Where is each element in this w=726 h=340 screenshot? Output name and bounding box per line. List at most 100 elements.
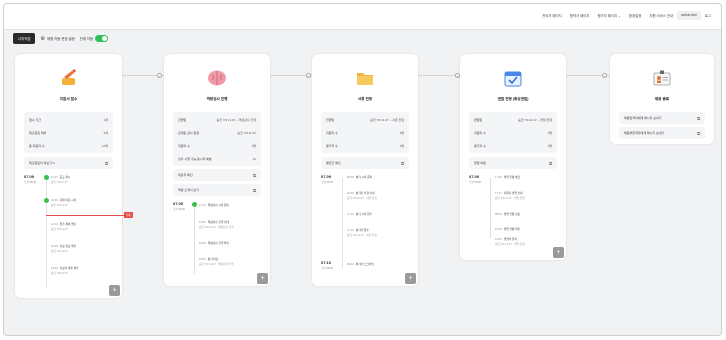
- stage-title: 지원서 접수: [59, 97, 78, 101]
- info-row: 지원자 수 3명: [326, 130, 404, 135]
- writing-hand-icon: [57, 66, 81, 90]
- applicant-view-box[interactable]: 제출완료자 미보기 0 ⧉: [24, 157, 113, 169]
- timeline-event: 13:00 역량검사 진행 안내 승급 7/9 11:37 · 역량검사 진행: [199, 221, 234, 229]
- info-row: 전형일 승급 7/9 11:37 ~ 서류 전형: [326, 117, 404, 122]
- timeline-done-dot: [192, 202, 197, 207]
- stage-title: 역량검사 진행: [206, 97, 228, 101]
- add-step-button[interactable]: +: [257, 273, 268, 284]
- stage-info: 면접일 승급 7/9 11:37 ~ 면접 전형 지원자 수 3명 평가자 수 3명: [469, 112, 557, 153]
- info-row: 접수 기간 1개: [29, 117, 108, 122]
- timeline-done-dot: [44, 198, 49, 203]
- connector-node[interactable]: +: [602, 73, 607, 78]
- add-step-button[interactable]: +: [405, 273, 416, 284]
- topnav-item[interactable]: 평가자 페이지 ⌄: [593, 11, 624, 20]
- top-navigation: 관리자 페이지 협력사 페이지 평가자 페이지 ⌄ 환경설정 지원 서비스 안내 admi…: [4, 4, 721, 30]
- current-position-marker: [46, 215, 124, 216]
- aptitude-intro-box[interactable]: 역량 소개서 보기 ⧉: [173, 184, 261, 196]
- auto-settings-link[interactable]: ⚙ 채용 자동 운영 설정: [40, 36, 74, 42]
- topnav-item[interactable]: 협력사 페이지: [566, 11, 594, 20]
- brain-icon: [205, 66, 229, 90]
- topnav-item[interactable]: 관리자 페이지: [538, 11, 566, 20]
- stage-info: 접수 기간 1개 제출완료 대비 5개 총 지원자 수 12명: [24, 112, 113, 153]
- copy-icon[interactable]: ⧉: [105, 161, 108, 166]
- timeline-event: 12:10 접수 제외 명단 승인 7/9 11:37: [51, 223, 77, 231]
- copy-icon[interactable]: ⧉: [549, 161, 552, 166]
- info-row: 진행일 승급 7/9 11:37 ~ 역량검사 진행: [178, 117, 256, 122]
- app-window: 관리자 페이지 협력사 페이지 평가자 페이지 ⌄ 환경설정 지원 서비스 안내 admi…: [3, 3, 722, 336]
- info-row: 총 지원자 수 12명: [29, 143, 108, 148]
- info-row: 검사 시행 가능 응시자 배분 12: [178, 156, 256, 161]
- gear-icon: ⚙: [40, 35, 45, 42]
- timeline-event: 08:00 면접 현황 정보: [495, 213, 521, 216]
- timeline-date: 07.09 오전 09:00: [24, 174, 36, 184]
- auto-settings-label: 채용 자동 운영 설정: [46, 37, 75, 41]
- timeline-event: 17:10 평가의 접수 승급 7/9 11:37 · 서류 전형: [347, 229, 377, 237]
- timeline-line: [46, 178, 47, 288]
- stage-card-closing: 채용 종료 채용합격자에게 메시지 보내기 ⧉ 채용불합격자에게 메시지 보내기 ⧉: [610, 54, 714, 144]
- timeline-event: 16:00 자료의 재출 확인 승인 7/9 11:37: [51, 267, 79, 275]
- timeline-event: 12:10 역량검사 시작 준비: [199, 204, 230, 207]
- current-badge: 현재: [124, 212, 133, 218]
- connector-node[interactable]: +: [157, 73, 162, 78]
- stage-info: 전형일 승급 7/9 11:37 ~ 서류 전형 지원자 수 3명 평가자 수 3명: [321, 112, 409, 153]
- topnav-item[interactable]: 환경설정: [625, 11, 645, 20]
- stage-info: 진행일 승급 7/9 11:37 ~ 역량검사 진행 관계된 검사 일정 승급 7/…: [173, 112, 261, 166]
- stage-title: 채용 종료: [654, 97, 670, 101]
- timeline-event: 11:37 공고 게시 승인 7/9 11:37: [51, 176, 71, 184]
- timeline-event: 09:00 평가서 스크리닝: [347, 263, 374, 266]
- timeline-line: [194, 206, 195, 274]
- timeline-event: 10:00 면접 현황 확인: [495, 228, 521, 231]
- my-work-button[interactable]: 나의작업: [13, 33, 36, 44]
- auto-step-label: 단계 자동: [79, 37, 94, 41]
- timeline-date: 07.09 오전 09:00: [173, 201, 185, 211]
- timeline-event: 17:10 평가 시작 접수: [347, 213, 373, 216]
- info-row: 지원자 수 3명: [474, 130, 552, 135]
- add-step-button[interactable]: +: [553, 247, 564, 258]
- timeline-date: 07.09 오전 09:00: [469, 174, 481, 184]
- stage-card-document: 서류 전형 전형일 승급 7/9 11:37 ~ 서류 전형 지원자 수 3명 평가…: [312, 54, 418, 286]
- timeline-line: [342, 178, 343, 268]
- topnav-menu: 관리자 페이지 협력사 페이지 평가자 페이지 ⌄ 환경설정 지원 서비스 안내 admi…: [538, 11, 715, 20]
- auto-step-toggle-group: 단계 자동: [79, 35, 109, 42]
- copy-icon[interactable]: ⧉: [253, 188, 256, 193]
- copy-icon[interactable]: ⧉: [697, 131, 700, 136]
- topnav-item[interactable]: admin-kim: [677, 11, 701, 20]
- timeline-event: 15:00 역량검사 진행 확인: [199, 242, 230, 245]
- copy-icon[interactable]: ⧉: [401, 161, 404, 166]
- copy-icon[interactable]: ⧉: [253, 173, 256, 178]
- folder-icon: [353, 66, 377, 90]
- topnav-item[interactable]: 로그: [701, 11, 715, 20]
- timeline-event: 17:17 지원자 면접 안내 승급 7/9 11:37 · 면접 전형: [495, 192, 525, 200]
- stage-card-interview: 면접 전형 (화상면접) 면접일 승급 7/9 11:37 ~ 면접 전형 지원자…: [460, 54, 566, 260]
- info-row: 지원자 수 3명: [178, 143, 256, 148]
- copy-icon[interactable]: ⧉: [697, 116, 700, 121]
- add-step-button[interactable]: +: [109, 285, 120, 296]
- fail-message-box[interactable]: 채용불합격자에게 메시지 보내기 ⧉: [619, 127, 705, 139]
- timeline-date: 07.09 오전 09:00: [321, 174, 333, 184]
- timeline-line: [490, 178, 491, 238]
- timeline-event: 12:00 지원 마감 시작 승인 7/9 11:37: [51, 199, 77, 207]
- info-row: 면접일 승급 7/9 11:37 ~ 면접 전형: [474, 117, 552, 122]
- info-row: 평가자 수 3명: [326, 143, 404, 148]
- calendar-check-icon: [501, 66, 525, 90]
- pass-message-box[interactable]: 채용합격자에게 메시지 보내기 ⧉: [619, 112, 705, 124]
- topnav-item[interactable]: 지원 서비스 안내: [645, 11, 677, 20]
- stage-card-application: 지원서 접수 접수 기간 1개 제출완료 대비 5개 총 지원자 수 12명 제출완료…: [15, 54, 122, 298]
- id-card-icon: [650, 66, 674, 90]
- average-check-box[interactable]: 평균조 확인 ⧉: [321, 157, 409, 169]
- info-row: 제출완료 대비 5개: [29, 130, 108, 135]
- stage-title: 면접 전형 (화상면접): [497, 97, 529, 101]
- target-check-box[interactable]: 대상자 확인 ⧉: [173, 169, 261, 181]
- info-row: 관계된 검사 일정 승급 7/9 11:37: [178, 130, 256, 135]
- toolbar: 나의작업 ⚙ 채용 자동 운영 설정 단계 자동: [13, 33, 109, 44]
- connector-line: [418, 75, 460, 76]
- timeline-event: 14:00 자료 정보 확인 승인 7/9 11:37: [51, 245, 77, 253]
- interview-allow-box[interactable]: 면접 허용 ⧉: [469, 157, 557, 169]
- timeline-done-dot: [44, 175, 49, 180]
- info-row: 평가자 수 3명: [474, 143, 552, 148]
- auto-step-toggle[interactable]: [95, 35, 109, 42]
- connector-node[interactable]: +: [306, 73, 311, 78]
- timeline-event: 17:00 면접 현황 체크: [495, 176, 521, 179]
- stage-card-aptitude: 역량검사 진행 진행일 승급 7/9 11:37 ~ 역량검사 진행 관계된 검사…: [164, 54, 270, 286]
- timeline-date: 07.10 오전 09:00: [321, 260, 333, 270]
